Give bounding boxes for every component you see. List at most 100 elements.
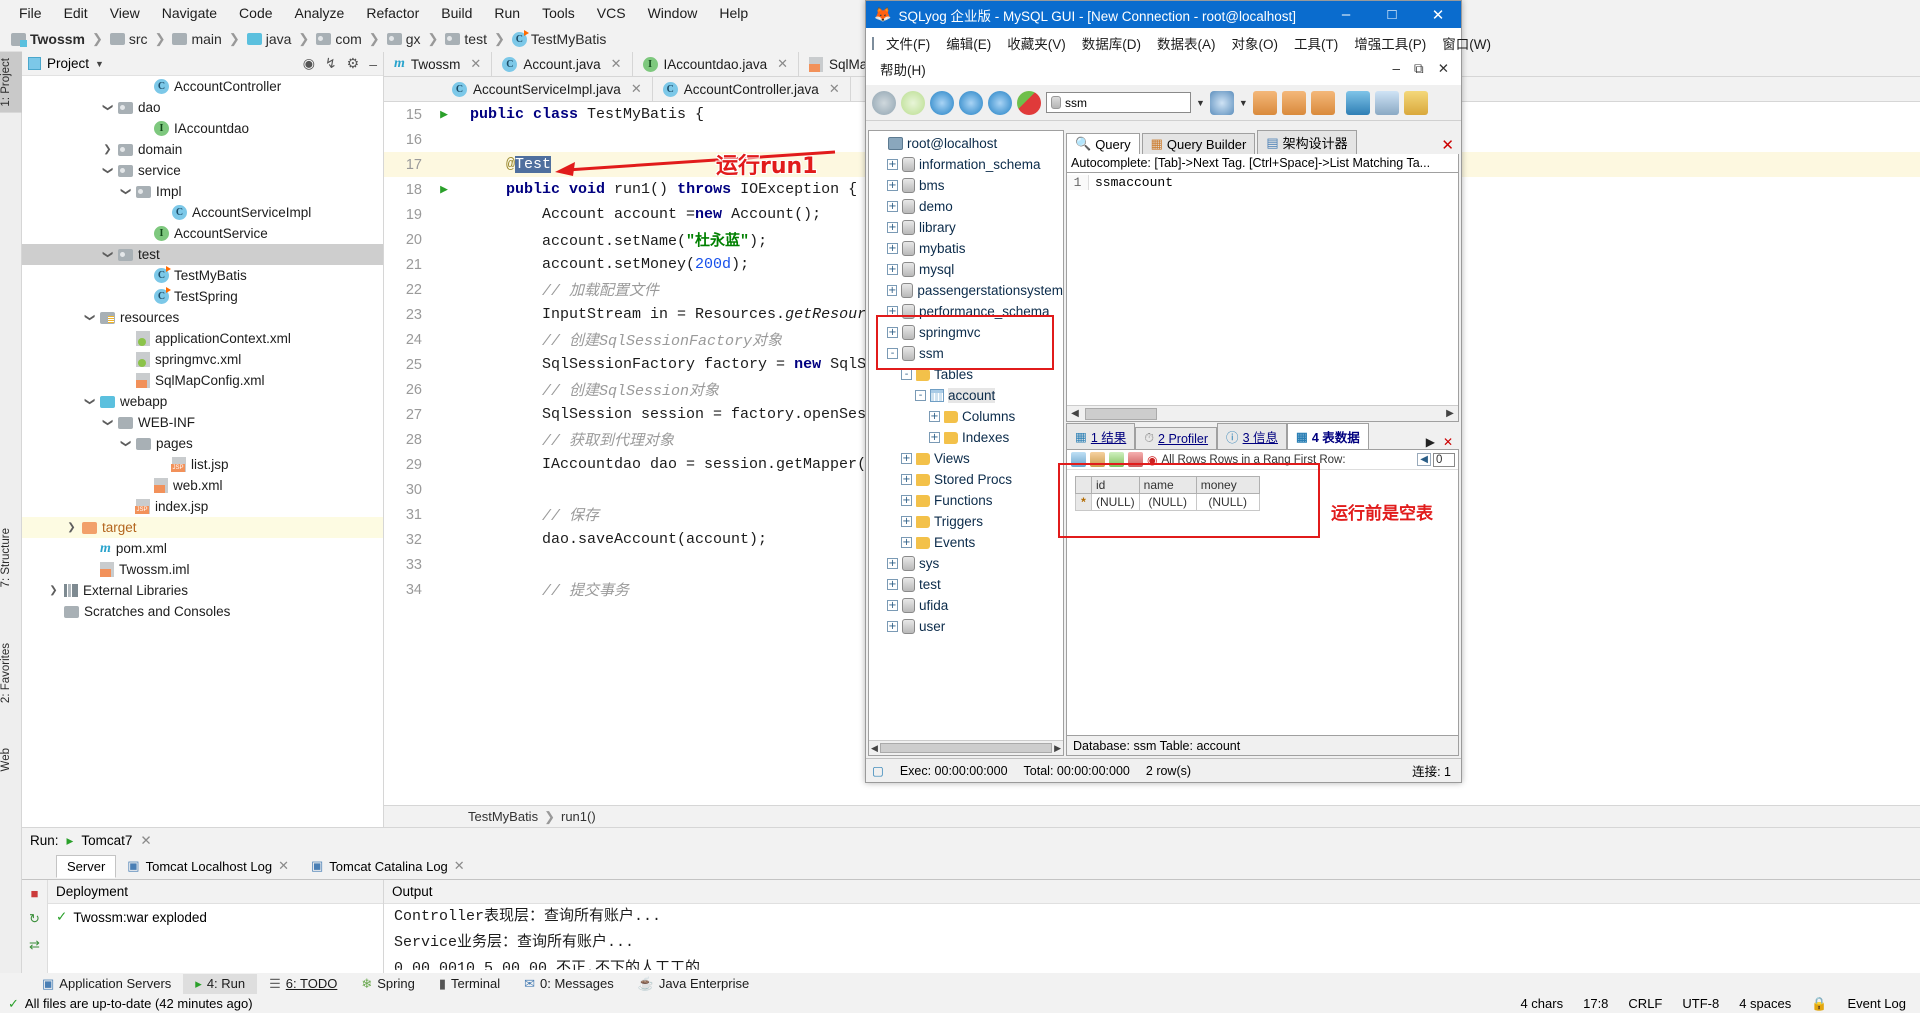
- table-row[interactable]: * (NULL) (NULL) (NULL): [1075, 493, 1260, 511]
- run-tab-server[interactable]: Server: [56, 854, 117, 878]
- tab-schema-designer[interactable]: ▤ 架构设计器: [1257, 130, 1357, 154]
- grid-refresh-icon[interactable]: [1071, 452, 1086, 467]
- tree-item-resources[interactable]: ❯ resources: [22, 307, 383, 328]
- sql-editor[interactable]: 1 ssmaccount ◀ ▶: [1066, 172, 1459, 422]
- close-icon[interactable]: ✕: [777, 56, 788, 72]
- tree-item-service[interactable]: ❯ service: [22, 160, 383, 181]
- db-tree-item-root-localhost[interactable]: root@localhost: [869, 133, 1063, 154]
- db-tree-hscrollbar[interactable]: ◀ ▶: [869, 740, 1063, 755]
- tree-item-impl[interactable]: ❯ Impl: [22, 181, 383, 202]
- tree-item-web-xml[interactable]: web.xml: [22, 475, 383, 496]
- menu-window[interactable]: Window: [637, 2, 709, 24]
- chevron-down-icon[interactable]: ❯: [120, 186, 131, 197]
- menu-navigate[interactable]: Navigate: [151, 2, 228, 24]
- expander-icon[interactable]: +: [887, 579, 898, 590]
- cell-id[interactable]: (NULL): [1091, 493, 1140, 511]
- db-tree-item-demo[interactable]: + demo: [869, 196, 1063, 217]
- run-gutter-icon[interactable]: ▶: [440, 107, 448, 122]
- expander-icon[interactable]: +: [901, 516, 912, 527]
- tree-item-pom-xml[interactable]: m pom.xml: [22, 538, 383, 559]
- breadcrumb-item-java[interactable]: java: [244, 30, 295, 48]
- expander-icon[interactable]: +: [887, 243, 898, 254]
- scroll-thumb[interactable]: [1085, 407, 1157, 420]
- tool-6-icon[interactable]: [1403, 90, 1428, 115]
- sql-text[interactable]: ssmaccount: [1089, 175, 1173, 190]
- breadcrumb-item-com[interactable]: com: [313, 30, 364, 48]
- rail-tab-web[interactable]: Web: [0, 742, 22, 777]
- expander-icon[interactable]: +: [901, 495, 912, 506]
- tab-query-builder[interactable]: ▦ Query Builder: [1141, 133, 1256, 154]
- expander-icon[interactable]: +: [887, 180, 898, 191]
- db-tree-item-springmvc[interactable]: + springmvc: [869, 322, 1063, 343]
- tree-item-list-jsp[interactable]: list.jsp: [22, 454, 383, 475]
- close-icon[interactable]: ✕: [611, 56, 622, 72]
- chevron-down-icon[interactable]: ❯: [102, 417, 113, 428]
- menu-help[interactable]: Help: [708, 2, 759, 24]
- tree-item-web-inf[interactable]: ❯ WEB-INF: [22, 412, 383, 433]
- db-tree-item-indexes[interactable]: + Indexes: [869, 427, 1063, 448]
- menu-build[interactable]: Build: [430, 2, 483, 24]
- db-tree-item-columns[interactable]: + Columns: [869, 406, 1063, 427]
- tree-item-pages[interactable]: ❯ pages: [22, 433, 383, 454]
- tree-item-iaccountdao[interactable]: I IAccountdao: [22, 118, 383, 139]
- db-tree-item-mybatis[interactable]: + mybatis: [869, 238, 1063, 259]
- db-tree-item-stored-procs[interactable]: + Stored Procs: [869, 469, 1063, 490]
- gear-icon[interactable]: ⚙: [347, 55, 360, 72]
- expander-icon[interactable]: -: [901, 369, 912, 380]
- new-connection-icon[interactable]: [872, 90, 896, 115]
- column-header-name[interactable]: name: [1138, 476, 1197, 494]
- import-export-icon[interactable]: [1017, 90, 1041, 115]
- cell-money[interactable]: (NULL): [1195, 493, 1260, 511]
- tab-accountserviceimpl-java[interactable]: C AccountServiceImpl.java ✕: [442, 77, 653, 101]
- status-crumb-class[interactable]: TestMyBatis: [468, 809, 538, 824]
- tree-item-domain[interactable]: ❯ domain: [22, 139, 383, 160]
- statusbar-tab-messages[interactable]: ✉ 0: Messages: [512, 974, 626, 994]
- expander-icon[interactable]: +: [887, 327, 898, 338]
- tab-account-java[interactable]: C Account.java ✕: [492, 52, 633, 76]
- statusbar-tab-application-servers[interactable]: ▣ Application Servers: [30, 974, 183, 994]
- expander-icon[interactable]: +: [901, 453, 912, 464]
- db-tree-item-events[interactable]: + Events: [869, 532, 1063, 553]
- rail-tab-favorites[interactable]: 2: Favorites: [0, 637, 22, 709]
- prev-page-icon[interactable]: ◀: [1417, 453, 1431, 466]
- execute-all-icon[interactable]: [959, 90, 983, 115]
- db-info-icon[interactable]: [1209, 90, 1234, 115]
- expander-icon[interactable]: +: [887, 159, 898, 170]
- tab-query[interactable]: 🔍 Query: [1066, 133, 1140, 154]
- rail-tab-project[interactable]: 1: Project: [0, 52, 22, 113]
- redeploy-icon[interactable]: ⇄: [22, 927, 47, 953]
- close-result-icon[interactable]: ✕: [1443, 435, 1453, 449]
- breadcrumb-item-src[interactable]: src: [107, 30, 151, 48]
- run-tab-localhost-log[interactable]: ▣ Tomcat Localhost Log ✕: [116, 854, 300, 878]
- menu-refactor[interactable]: Refactor: [355, 2, 430, 24]
- db-tree-item-ufida[interactable]: + ufida: [869, 595, 1063, 616]
- expander-icon[interactable]: +: [887, 222, 898, 233]
- result-tab-3-info[interactable]: ⓘ 3 信息: [1217, 423, 1287, 449]
- expander-icon[interactable]: +: [887, 306, 898, 317]
- tree-item-dao[interactable]: ❯ dao: [22, 97, 383, 118]
- chevron-down-icon-2[interactable]: ▼: [1239, 98, 1248, 108]
- run-gutter-icon[interactable]: ▶: [440, 182, 448, 197]
- expander-icon[interactable]: +: [887, 558, 898, 569]
- menu-run[interactable]: Run: [483, 2, 531, 24]
- tree-item-accountcontroller[interactable]: C AccountController: [22, 76, 383, 97]
- expander-icon[interactable]: +: [887, 621, 898, 632]
- grid-save-icon[interactable]: [1090, 452, 1105, 467]
- close-icon[interactable]: ✕: [140, 833, 151, 849]
- database-combo[interactable]: ssm: [1046, 92, 1191, 113]
- expander-icon[interactable]: +: [887, 285, 898, 296]
- tree-item-applicationcontext-xml[interactable]: applicationContext.xml: [22, 328, 383, 349]
- result-tab-4-table-data[interactable]: ▦ 4 表数据: [1287, 423, 1369, 449]
- db-tree-item-ssm[interactable]: - ssm: [869, 343, 1063, 364]
- run-config-name[interactable]: Tomcat7: [81, 833, 132, 848]
- next-tab-icon[interactable]: ▶: [1426, 435, 1435, 449]
- rerun-icon[interactable]: ↻: [22, 901, 47, 927]
- project-tree[interactable]: C AccountController ❯ dao I IAccountdao ❯ domai…: [22, 76, 383, 827]
- stop-icon[interactable]: ■: [22, 880, 47, 901]
- tab-twossm[interactable]: m Twossm ✕: [384, 52, 493, 76]
- expander-icon[interactable]: +: [901, 537, 912, 548]
- tool-4-icon[interactable]: [1345, 90, 1370, 115]
- tree-item-springmvc-xml[interactable]: springmvc.xml: [22, 349, 383, 370]
- db-tree-item-functions[interactable]: + Functions: [869, 490, 1063, 511]
- sy-menu-table[interactable]: 数据表(A): [1149, 30, 1224, 56]
